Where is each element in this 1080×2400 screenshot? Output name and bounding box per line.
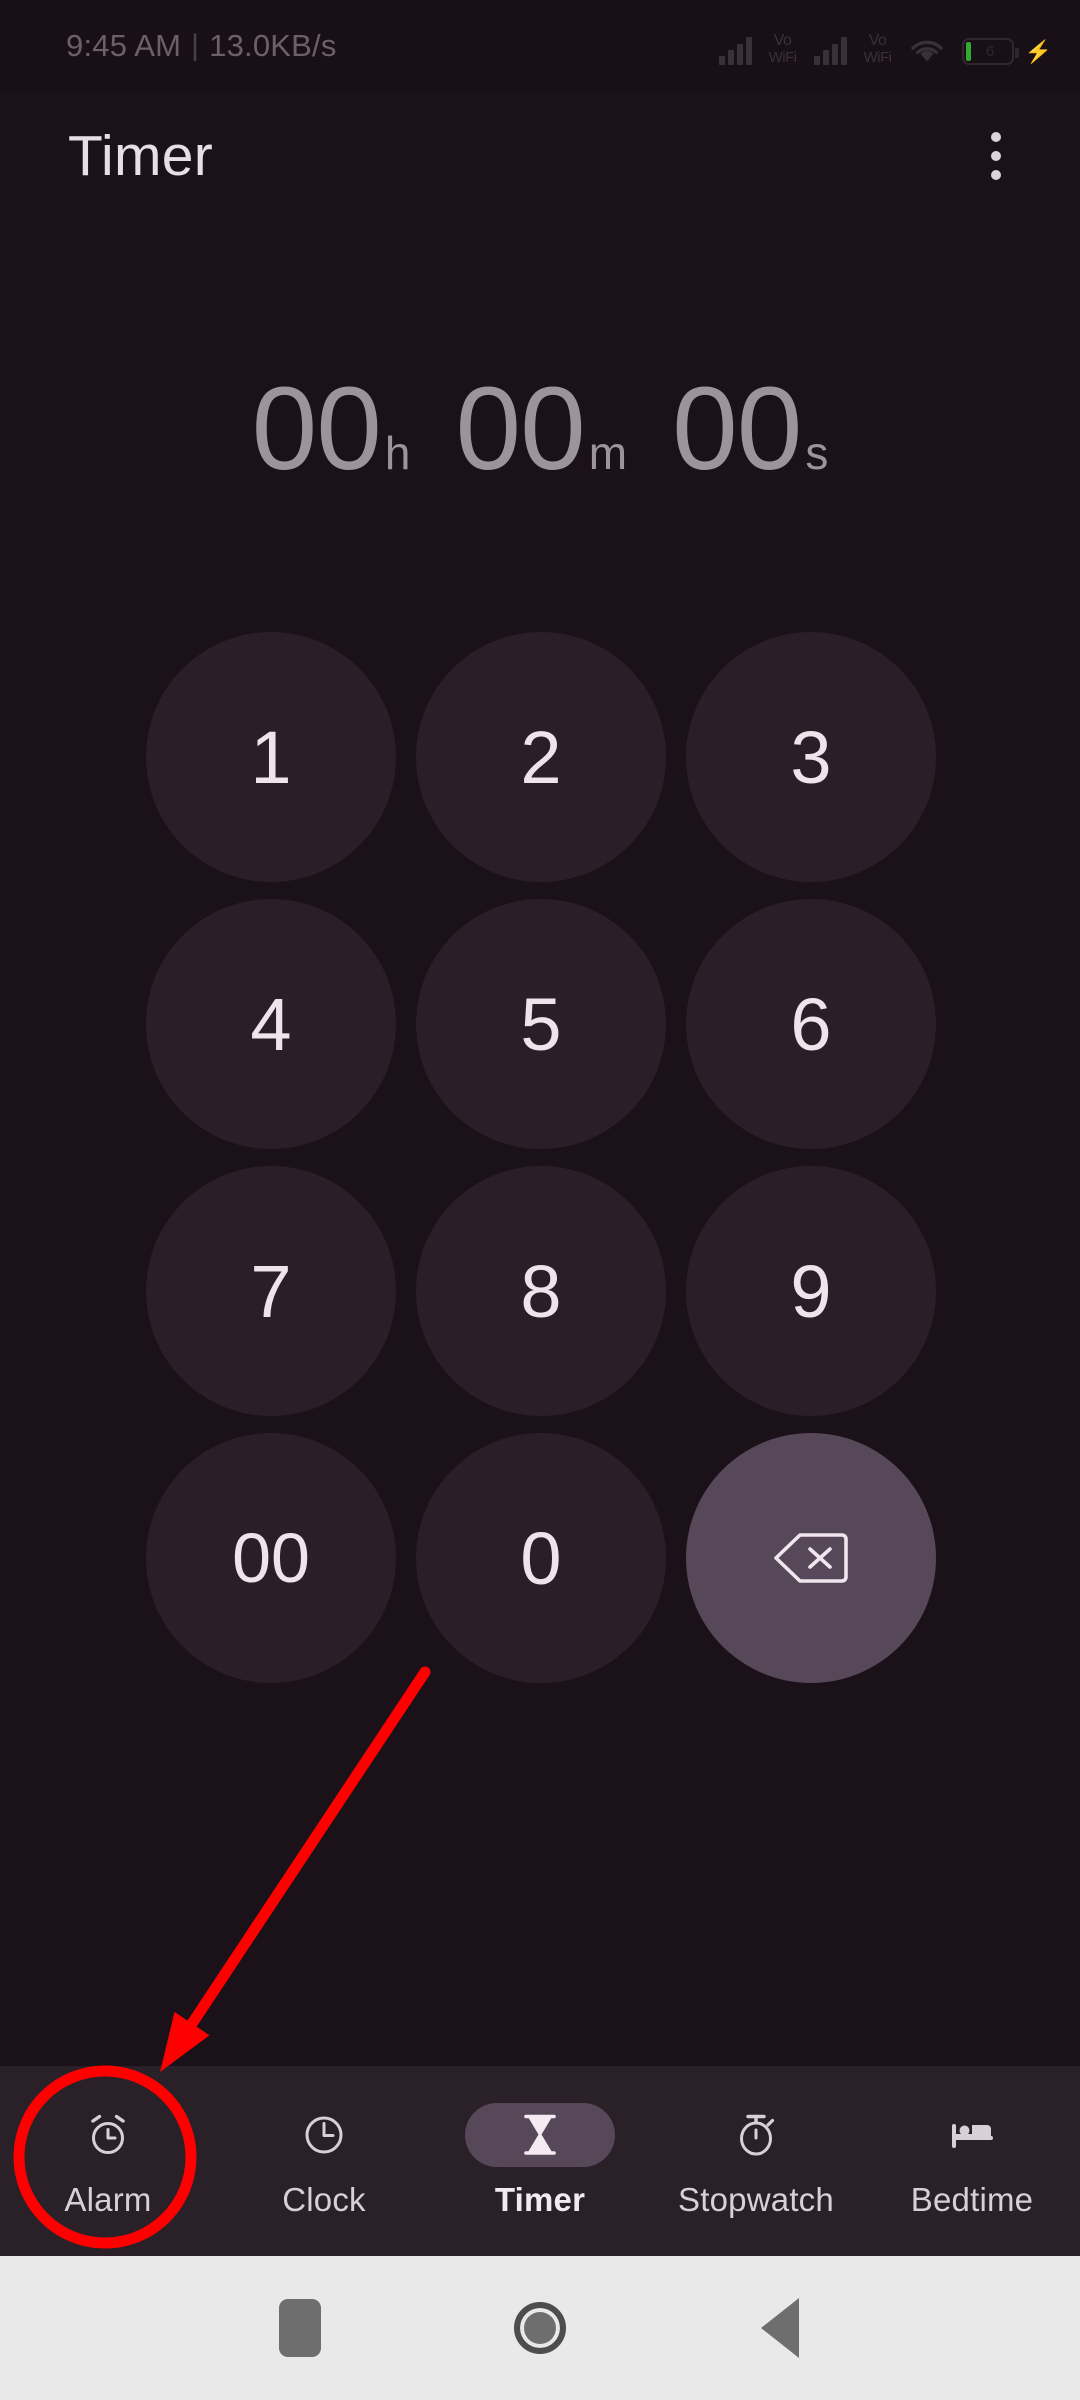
backspace-icon [774, 1533, 848, 1583]
vowifi2-line2: WiFi [863, 49, 893, 66]
hourglass-icon-box [465, 2103, 615, 2167]
tab-label-clock: Clock [282, 2181, 366, 2218]
android-navigation-bar [0, 2256, 1080, 2400]
timer-minutes-group: 00 m [456, 370, 628, 488]
key-3[interactable]: 3 [686, 632, 936, 882]
tab-timer[interactable]: Timer [432, 2066, 648, 2256]
timer-seconds-unit: s [805, 427, 829, 479]
timer-hours-value: 00 [251, 363, 382, 495]
tab-label-stopwatch: Stopwatch [678, 2181, 834, 2218]
key-double-zero[interactable]: 00 [146, 1433, 396, 1683]
network-speed: 13.0KB/s [209, 28, 337, 63]
clock-icon [305, 2116, 343, 2154]
bed-icon-box [897, 2103, 1047, 2167]
status-separator: | [191, 29, 200, 62]
hourglass-icon [524, 2114, 556, 2155]
key-4-label: 4 [250, 982, 292, 1066]
overflow-menu-button[interactable] [952, 112, 1040, 200]
signal-bars-sim1-icon [718, 35, 752, 65]
tab-clock[interactable]: Clock [216, 2066, 432, 2256]
wifi-icon [909, 37, 945, 65]
square-icon [279, 2299, 321, 2357]
triangle-back-icon [761, 2298, 799, 2358]
phone-screen: 9:45 AM | 13.0KB/s Vo WiFi Vo WiFi 6 ⚡ T… [0, 0, 1080, 2400]
vowifi-line1: Vo [773, 32, 792, 49]
vowifi-line2: WiFi [768, 49, 798, 66]
recents-button[interactable] [255, 2283, 345, 2373]
key-1[interactable]: 1 [146, 632, 396, 882]
overflow-dot-icon [991, 132, 1001, 142]
timer-minutes-value: 00 [455, 363, 586, 495]
tab-label-alarm: Alarm [64, 2181, 152, 2218]
circle-icon [514, 2302, 566, 2354]
battery-level: 6 [985, 43, 995, 60]
stopwatch-icon [740, 2114, 775, 2156]
timer-minutes-unit: m [588, 427, 628, 479]
key-4[interactable]: 4 [146, 899, 396, 1149]
vowifi2-line1: Vo [868, 32, 887, 49]
numeric-keypad: 1 2 3 4 5 6 7 8 9 00 0 [146, 632, 936, 1712]
alarm-clock-icon [91, 2114, 125, 2154]
tab-bedtime[interactable]: Bedtime [864, 2066, 1080, 2256]
key-3-label: 3 [790, 715, 832, 799]
key-8-label: 8 [520, 1249, 562, 1333]
status-time: 9:45 AM [66, 28, 182, 63]
overflow-dot-icon [991, 170, 1001, 180]
key-8[interactable]: 8 [416, 1166, 666, 1416]
key-7[interactable]: 7 [146, 1166, 396, 1416]
timer-seconds-group: 00 s [672, 370, 828, 488]
battery-charging-icon: 6 ⚡ [961, 38, 1052, 65]
key-7-label: 7 [250, 1249, 292, 1333]
bed-icon [952, 2124, 993, 2148]
key-0-label: 0 [520, 1516, 562, 1600]
key-9-label: 9 [790, 1249, 832, 1333]
status-bar-left: 9:45 AM | 13.0KB/s [66, 28, 337, 64]
vowifi-sim1-icon: Vo WiFi [768, 31, 798, 66]
key-5[interactable]: 5 [416, 899, 666, 1149]
key-9[interactable]: 9 [686, 1166, 936, 1416]
key-6-label: 6 [790, 982, 832, 1066]
key-5-label: 5 [520, 982, 562, 1066]
status-bar: 9:45 AM | 13.0KB/s Vo WiFi Vo WiFi 6 ⚡ [0, 0, 1080, 92]
status-bar-right: Vo WiFi Vo WiFi 6 ⚡ [718, 23, 1052, 69]
tab-alarm[interactable]: Alarm [0, 2066, 216, 2256]
timer-hours-group: 00 h [252, 370, 411, 488]
overflow-dot-icon [991, 151, 1001, 161]
tab-stopwatch[interactable]: Stopwatch [648, 2066, 864, 2256]
tab-label-bedtime: Bedtime [910, 2181, 1034, 2218]
signal-bars-sim2-icon [813, 35, 847, 65]
alarm-clock-icon-box [33, 2103, 183, 2167]
key-0[interactable]: 0 [416, 1433, 666, 1683]
app-bar: Timer [0, 92, 1080, 220]
tab-label-timer: Timer [494, 2181, 586, 2218]
key-2[interactable]: 2 [416, 632, 666, 882]
key-double-zero-label: 00 [232, 1519, 310, 1597]
timer-seconds-value: 00 [672, 363, 802, 495]
key-1-label: 1 [250, 715, 292, 799]
vowifi-sim2-icon: Vo WiFi [863, 31, 893, 66]
timer-hours-unit: h [384, 427, 411, 479]
clock-icon-box [249, 2103, 399, 2167]
home-button[interactable] [495, 2283, 585, 2373]
key-2-label: 2 [520, 715, 562, 799]
bottom-tab-bar: Alarm Clock Timer Stopwatch Bedtime [0, 2066, 1080, 2256]
annotation-arrow [160, 1666, 431, 2072]
key-backspace[interactable] [686, 1433, 936, 1683]
back-button[interactable] [735, 2283, 825, 2373]
key-6[interactable]: 6 [686, 899, 936, 1149]
charging-bolt-icon: ⚡ [1024, 38, 1052, 64]
timer-value-display: 00 h 00 m 00 s [0, 370, 1080, 505]
stopwatch-icon-box [681, 2103, 831, 2167]
page-title: Timer [68, 124, 214, 188]
